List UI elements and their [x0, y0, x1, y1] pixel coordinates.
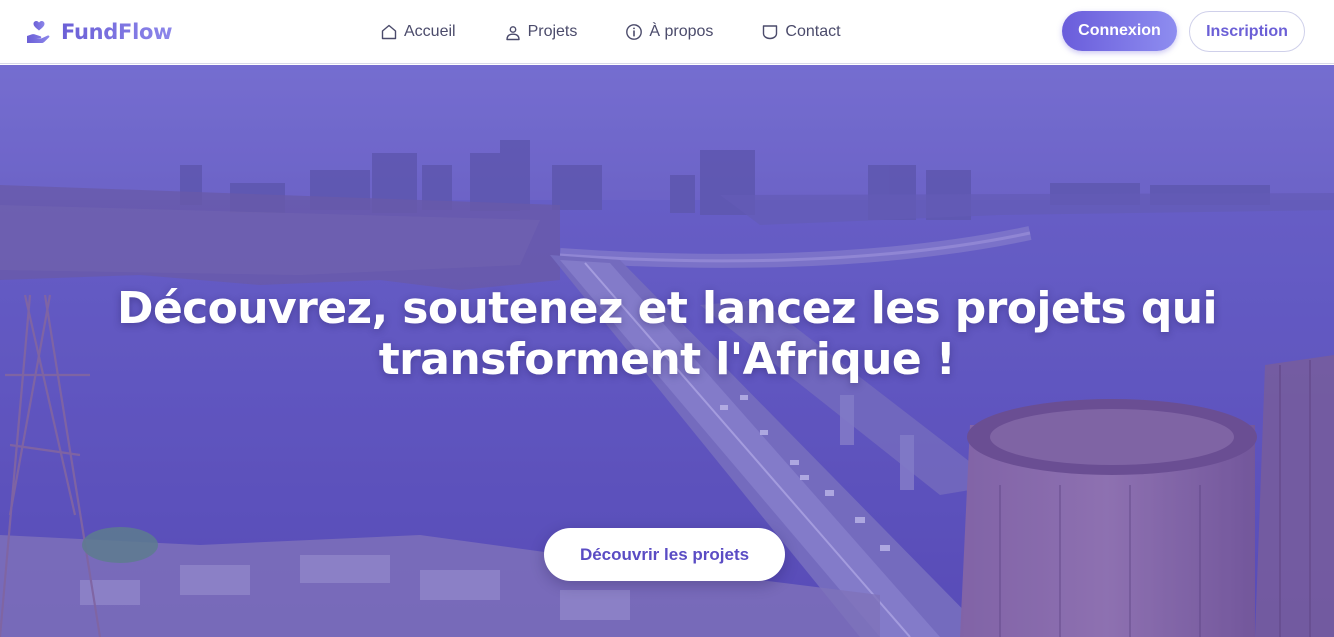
login-button[interactable]: Connexion — [1062, 11, 1177, 51]
nav-item-contact[interactable]: Contact — [761, 18, 841, 46]
nav-item-label: Contact — [785, 23, 841, 40]
nav-item-label: À propos — [649, 23, 714, 40]
hero-title: Découvrez, soutenez et lancez les projet… — [67, 283, 1267, 385]
home-icon — [381, 24, 397, 40]
nav-item-label: Accueil — [404, 23, 456, 40]
top-navbar: FundFlow Accueil Projets À propos Contac… — [0, 0, 1334, 64]
brand-logo[interactable]: FundFlow — [26, 17, 173, 47]
hero-title-line-1: Découvrez, soutenez et lancez les projet… — [117, 283, 1218, 334]
discover-projects-button[interactable]: Découvrir les projets — [544, 528, 785, 581]
nav-item-projets[interactable]: Projets — [504, 18, 578, 46]
nav-item-a-propos[interactable]: À propos — [625, 18, 713, 46]
info-icon — [626, 24, 643, 40]
nav-item-accueil[interactable]: Accueil — [380, 18, 456, 46]
main-nav: Accueil Projets À propos Contact — [380, 18, 841, 46]
hero-section: Découvrez, soutenez et lancez les projet… — [0, 65, 1334, 637]
nav-item-label: Projets — [527, 23, 578, 40]
user-icon — [505, 26, 520, 41]
chat-icon — [763, 25, 778, 40]
brand-name: FundFlow — [61, 20, 173, 44]
hero-title-line-2: transforment l'Afrique ! — [378, 334, 956, 385]
signup-button[interactable]: Inscription — [1189, 11, 1305, 52]
hand-heart-icon — [27, 21, 50, 43]
